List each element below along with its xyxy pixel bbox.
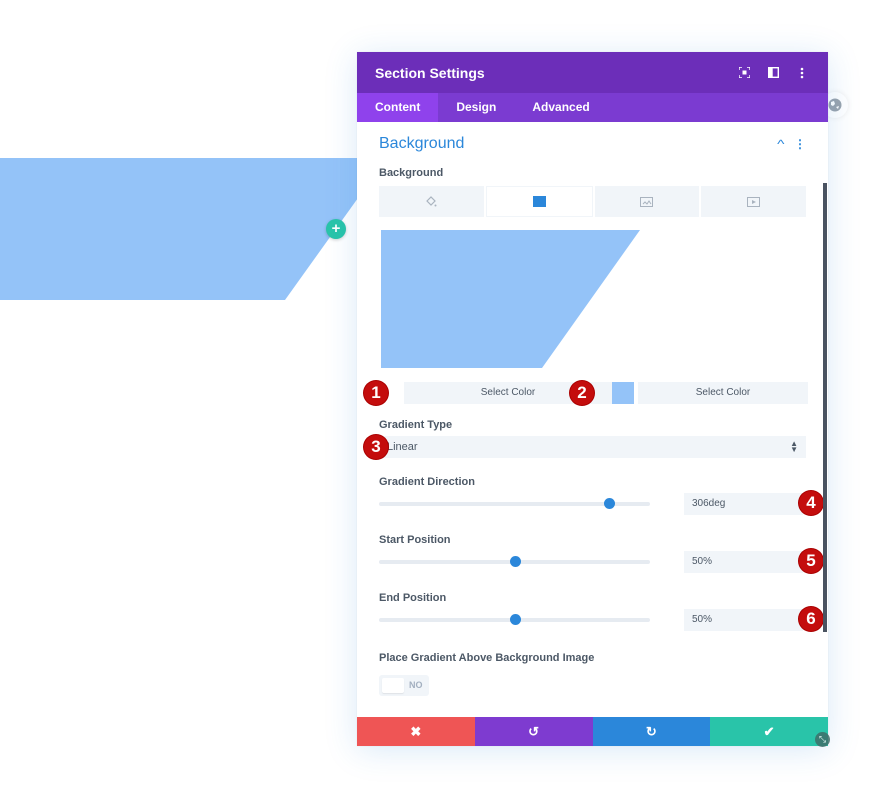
tab-design[interactable]: Design	[438, 93, 514, 122]
end-position-handle[interactable]	[509, 614, 521, 625]
gradient-direction-handle[interactable]	[604, 498, 616, 509]
annotation-badge-5: 5	[799, 549, 823, 573]
more-options-icon[interactable]	[794, 65, 810, 81]
section-background-shape	[0, 158, 358, 300]
place-gradient-label: Place Gradient Above Background Image	[379, 652, 595, 664]
section-title: Background	[379, 135, 465, 152]
annotation-badge-1: 1	[364, 381, 388, 405]
undo-button[interactable]: ↺	[474, 717, 593, 746]
background-label: Background	[379, 167, 444, 179]
gradient-type-value: Linear	[387, 441, 418, 453]
gradient-type-select[interactable]: Linear ▲ ▼	[379, 436, 806, 458]
background-type-tabs	[379, 186, 806, 217]
split-view-icon[interactable]	[765, 65, 781, 81]
focus-icon[interactable]	[736, 65, 752, 81]
modal-footer: ✖ ↺ ↻ ✔	[357, 717, 828, 746]
cancel-button[interactable]: ✖	[357, 717, 475, 746]
undo-icon: ↺	[528, 723, 540, 739]
start-position-slider[interactable]	[379, 556, 650, 567]
image-icon	[640, 196, 654, 207]
toggle-knob	[382, 678, 404, 693]
save-button[interactable]: ✔	[710, 717, 828, 746]
bg-tab-video[interactable]	[701, 186, 806, 217]
background-section-header[interactable]: Background ^ ⋮	[379, 122, 806, 164]
settings-tabs: Content Design Advanced	[357, 93, 828, 122]
gradient-direction-label: Gradient Direction	[379, 476, 475, 488]
start-position-label: Start Position	[379, 534, 451, 546]
bg-tab-image[interactable]	[594, 186, 700, 217]
gradient-type-label: Gradient Type	[379, 419, 453, 431]
modal-header: Section Settings	[357, 52, 828, 93]
end-position-row: 50% 6	[379, 607, 823, 631]
end-position-input[interactable]: 50%	[684, 609, 803, 631]
gradient-icon	[532, 196, 546, 207]
toggle-state-text: NO	[409, 680, 423, 690]
chevron-up-icon[interactable]: ^	[778, 137, 785, 151]
gradient-direction-input[interactable]: 306deg	[684, 493, 803, 515]
start-position-row: 50% 5	[379, 549, 823, 573]
select-color-2-button[interactable]: Select Color	[638, 382, 808, 404]
start-position-input[interactable]: 50%	[684, 551, 803, 573]
annotation-badge-2: 2	[570, 381, 594, 405]
redo-button[interactable]: ↻	[592, 717, 711, 746]
modal-title: Section Settings	[375, 64, 485, 81]
gradient-preview-shape	[381, 230, 640, 368]
end-position-label: End Position	[379, 592, 447, 604]
gradient-direction-slider[interactable]	[379, 498, 650, 509]
gradient-preview	[379, 230, 803, 368]
resize-handle-icon[interactable]: ⤡	[815, 732, 830, 747]
globe-icon	[828, 98, 842, 112]
tab-advanced[interactable]: Advanced	[514, 93, 607, 122]
bg-tab-color[interactable]	[379, 186, 484, 217]
end-position-slider[interactable]	[379, 614, 650, 625]
start-position-handle[interactable]	[509, 556, 521, 567]
select-arrows-icon: ▲ ▼	[790, 439, 798, 454]
redo-icon: ↻	[645, 723, 657, 739]
modal-body: Background ^ ⋮ Background Select Color S…	[357, 122, 828, 696]
gradient-direction-row: 306deg 4	[379, 491, 823, 515]
annotation-badge-3: 3	[364, 435, 388, 459]
checkmark-icon: ✔	[763, 723, 775, 739]
tab-content[interactable]: Content	[357, 93, 439, 122]
section-kebab-icon[interactable]: ⋮	[794, 137, 806, 151]
section-settings-modal: Section Settings Content Design Advanced…	[357, 52, 828, 746]
gradient-color-row: Select Color Select Color 1 2	[364, 381, 808, 406]
annotation-badge-6: 6	[799, 607, 823, 631]
bg-tab-gradient[interactable]	[485, 186, 593, 217]
close-icon: ✖	[410, 723, 422, 739]
video-icon	[747, 196, 761, 207]
place-gradient-toggle[interactable]: NO	[379, 675, 429, 696]
annotation-badge-4: 4	[799, 491, 823, 515]
paint-bucket-icon	[426, 195, 437, 206]
modal-scrollbar[interactable]	[823, 183, 827, 632]
add-section-button[interactable]: +	[326, 219, 346, 239]
color-2-swatch[interactable]	[612, 382, 634, 404]
